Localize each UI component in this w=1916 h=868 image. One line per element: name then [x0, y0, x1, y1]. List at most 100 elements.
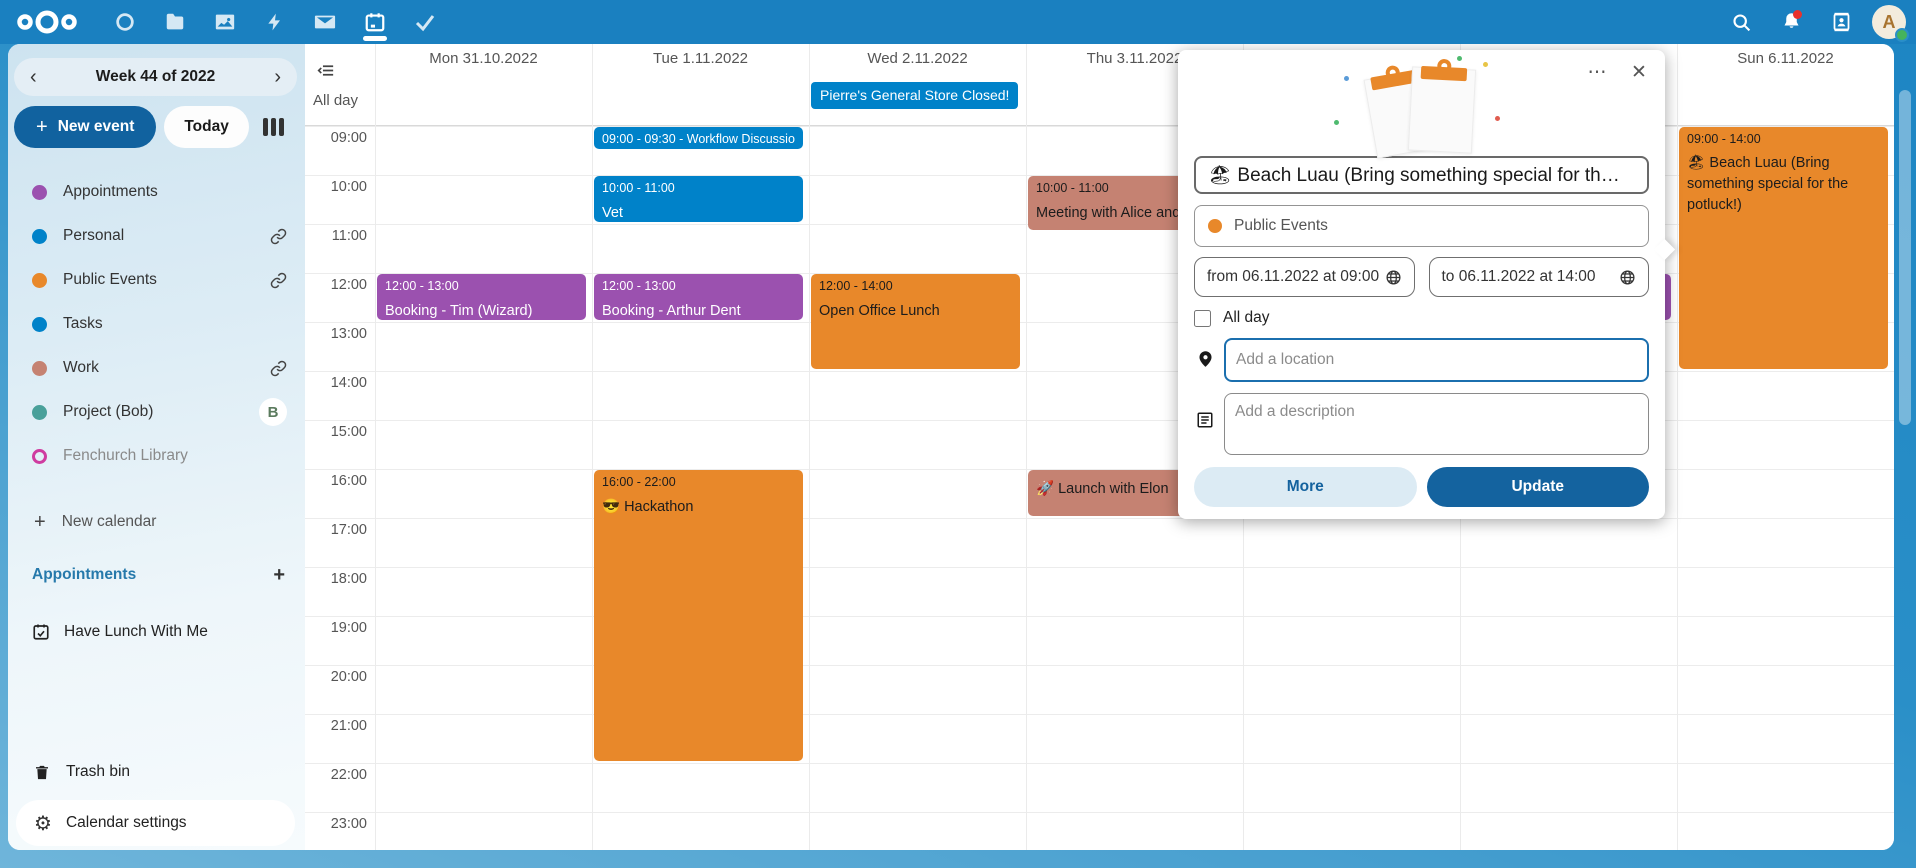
end-datetime-field[interactable]: to 06.11.2022 at 14:00 [1429, 257, 1650, 297]
calendar-select[interactable]: Public Events [1194, 205, 1649, 247]
day-header: Sun 6.11.2022 [1677, 50, 1894, 70]
calendar-event[interactable]: 16:00 - 22:00 😎 Hackathon [594, 470, 803, 761]
popup-actions: ⋯ ✕ [1583, 58, 1653, 86]
avatar[interactable]: A [1872, 5, 1906, 39]
plus-icon: + [36, 116, 48, 139]
calendar-event[interactable]: 09:00 - 09:30 - Workflow Discussion [594, 127, 803, 149]
start-datetime-field[interactable]: from 06.11.2022 at 09:00 [1194, 257, 1415, 297]
calendar-label: Project (Bob) [63, 403, 259, 421]
add-appointment-config-button[interactable]: + [273, 564, 285, 587]
column-divider [1677, 44, 1678, 850]
sidebar-calendar-fenchurch-library[interactable]: Fenchurch Library [8, 434, 305, 478]
photos-app-icon[interactable] [200, 0, 250, 44]
column-divider [592, 44, 593, 850]
calendar-label: Public Events [63, 271, 270, 289]
sidebar-calendar-personal[interactable]: Personal [8, 214, 305, 258]
dashboard-app-icon[interactable] [100, 0, 150, 44]
sidebar-calendar-public-events[interactable]: Public Events [8, 258, 305, 302]
calendar-event[interactable]: 10:00 - 11:00 Vet [594, 176, 803, 222]
all-day-label: All day [313, 92, 358, 109]
calendar-event[interactable]: 09:00 - 14:00🏖 Beach Luau (Bring somethi… [1679, 127, 1888, 369]
activity-app-icon[interactable] [250, 0, 300, 44]
calendar-label: Tasks [63, 315, 287, 333]
close-icon[interactable]: ✕ [1625, 58, 1653, 86]
event-time: 12:00 - 14:00 [819, 277, 1012, 295]
column-divider [809, 44, 810, 850]
nextcloud-logo-icon[interactable] [14, 6, 84, 38]
event-title-input[interactable]: 🏖 Beach Luau (Bring something special fo… [1194, 156, 1649, 194]
notifications-bell-icon[interactable] [1766, 0, 1816, 44]
contacts-icon[interactable] [1816, 0, 1866, 44]
sidebar-calendar-tasks[interactable]: Tasks [8, 302, 305, 346]
location-row [1194, 338, 1649, 382]
event-title: Open Office Lunch [819, 300, 1012, 322]
new-calendar-button[interactable]: + New calendar [8, 502, 305, 542]
files-app-icon[interactable] [150, 0, 200, 44]
previous-week-button[interactable]: ‹ [30, 67, 37, 87]
sidebar-calendar-project-bob-[interactable]: Project (Bob)B [8, 390, 305, 434]
sidebar-calendar-work[interactable]: Work [8, 346, 305, 390]
sidebar-calendar-appointments[interactable]: Appointments [8, 170, 305, 214]
view-columns-icon[interactable] [263, 118, 284, 136]
event-title: Booking - Tim (Wizard) [385, 300, 578, 320]
top-bar: A [0, 0, 1916, 44]
timezone-globe-icon[interactable] [1619, 269, 1636, 286]
event-title: 😎 Hackathon [602, 496, 795, 518]
description-input[interactable] [1224, 393, 1649, 455]
calendar-color-dot [32, 449, 47, 464]
shared-link-icon[interactable] [270, 272, 287, 289]
calendar-label: Fenchurch Library [63, 447, 287, 465]
calendar-app-icon[interactable] [350, 0, 400, 44]
new-event-button[interactable]: + New event [14, 106, 156, 148]
calendar-event[interactable]: 12:00 - 13:00 Booking - Tim (Wizard) [377, 274, 586, 320]
all-day-event[interactable]: Pierre's General Store Closed! [811, 82, 1018, 109]
calendar-event[interactable]: 12:00 - 13:00Booking - Arthur Dent [594, 274, 803, 320]
event-title: Vet [602, 202, 795, 222]
mail-app-icon[interactable] [300, 0, 350, 44]
shared-link-icon[interactable] [270, 360, 287, 377]
update-button[interactable]: Update [1427, 467, 1650, 507]
calendar-color-dot [32, 405, 47, 420]
event-edit-popup: ⋯ ✕ 🏖 Beach Luau (Bring something specia… [1178, 50, 1665, 519]
datetime-row: from 06.11.2022 at 09:00 to 06.11.2022 a… [1194, 257, 1649, 297]
more-button[interactable]: More [1194, 467, 1417, 507]
event-title: Booking - Arthur Dent [602, 300, 795, 320]
day-header: Wed 2.11.2022 [809, 50, 1026, 70]
event-time: 10:00 - 11:00 [602, 179, 795, 197]
shared-by-avatar: B [259, 398, 287, 426]
event-title: 🏖 Beach Luau (Bring something special fo… [1687, 153, 1880, 216]
column-divider [1026, 44, 1027, 850]
search-icon[interactable] [1716, 0, 1766, 44]
note-card [1407, 66, 1475, 153]
column-divider [375, 44, 376, 850]
scrollbar-thumb[interactable] [1899, 90, 1911, 425]
location-input[interactable] [1224, 338, 1649, 382]
calendar-color-dot [1208, 219, 1222, 233]
description-icon [1194, 411, 1216, 429]
notes-illustration [1342, 60, 1502, 152]
trash-bin-button[interactable]: Trash bin [8, 750, 305, 794]
calendar-label: Work [63, 359, 270, 377]
popup-buttons: More Update [1194, 467, 1649, 507]
all-day-checkbox[interactable] [1194, 310, 1211, 327]
appointment-item-have-lunch[interactable]: Have Lunch With Me [8, 610, 305, 654]
today-button[interactable]: Today [164, 106, 249, 148]
more-options-icon[interactable]: ⋯ [1583, 58, 1611, 86]
avatar-letter: A [1883, 12, 1896, 33]
event-time: 16:00 - 22:00 [602, 473, 795, 491]
tasks-app-icon[interactable] [400, 0, 450, 44]
calendar-color-dot [32, 185, 47, 200]
event-time: 12:00 - 13:00 [385, 277, 578, 295]
calendar-settings-button[interactable]: ⚙ Calendar settings [16, 800, 295, 846]
location-pin-icon [1194, 349, 1216, 369]
timezone-globe-icon[interactable] [1385, 269, 1402, 286]
calendar-check-icon [32, 623, 50, 641]
event-time: 09:00 - 09:30 - Workflow Discussion [602, 130, 795, 148]
shared-link-icon[interactable] [270, 228, 287, 245]
calendar-color-dot [32, 317, 47, 332]
calendar-list: AppointmentsPersonal Public Events Tasks Wo… [8, 170, 305, 478]
week-navigation: ‹ Week 44 of 2022 › [14, 58, 297, 96]
next-week-button[interactable]: › [274, 67, 281, 87]
calendar-event[interactable]: 12:00 - 14:00 Open Office Lunch [811, 274, 1020, 369]
plus-icon: + [34, 511, 46, 534]
